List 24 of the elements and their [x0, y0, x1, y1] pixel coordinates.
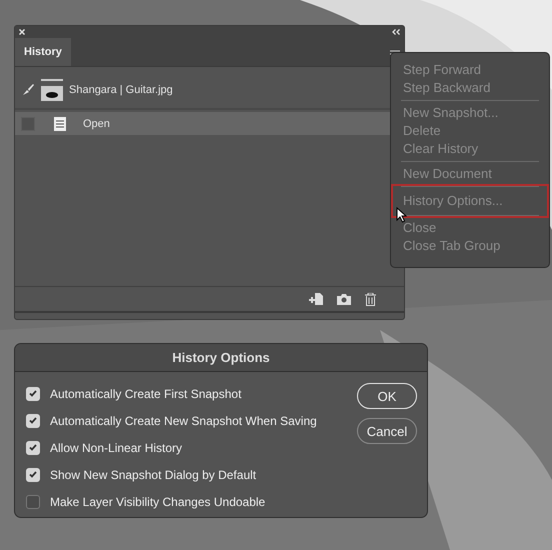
checkmark-icon — [29, 390, 37, 397]
checkmark-icon — [29, 471, 37, 478]
panel-tab[interactable]: History — [15, 38, 71, 66]
document-icon — [53, 116, 67, 130]
dialog-button[interactable]: OK — [357, 383, 417, 409]
option-label: Show New Snapshot Dialog by Default — [50, 468, 256, 482]
checkbox[interactable] — [26, 494, 40, 508]
close-icon[interactable] — [19, 29, 25, 35]
trash-icon[interactable] — [365, 292, 376, 306]
option-label: Allow Non-Linear History — [50, 440, 182, 454]
cursor-icon — [396, 207, 407, 223]
collapse-icon[interactable] — [392, 29, 400, 35]
checkmark-icon — [29, 444, 37, 451]
dialog-button[interactable]: Cancel — [357, 418, 417, 444]
checkmark-icon — [29, 417, 37, 424]
option-label: Automatically Create First Snapshot — [50, 386, 242, 400]
snapshot-thumbnail — [41, 79, 63, 101]
option-label: Automatically Create New Snapshot When Saving — [50, 414, 317, 428]
option-label: Make Layer Visibility Changes Undoable — [50, 494, 266, 508]
brush-icon[interactable] — [21, 83, 35, 97]
snapshot-name: Shangara | Guitar.jpg — [69, 84, 173, 96]
new-document-icon[interactable] — [309, 293, 323, 305]
dialog-title: History Options — [15, 344, 427, 372]
camera-icon[interactable] — [337, 294, 351, 304]
